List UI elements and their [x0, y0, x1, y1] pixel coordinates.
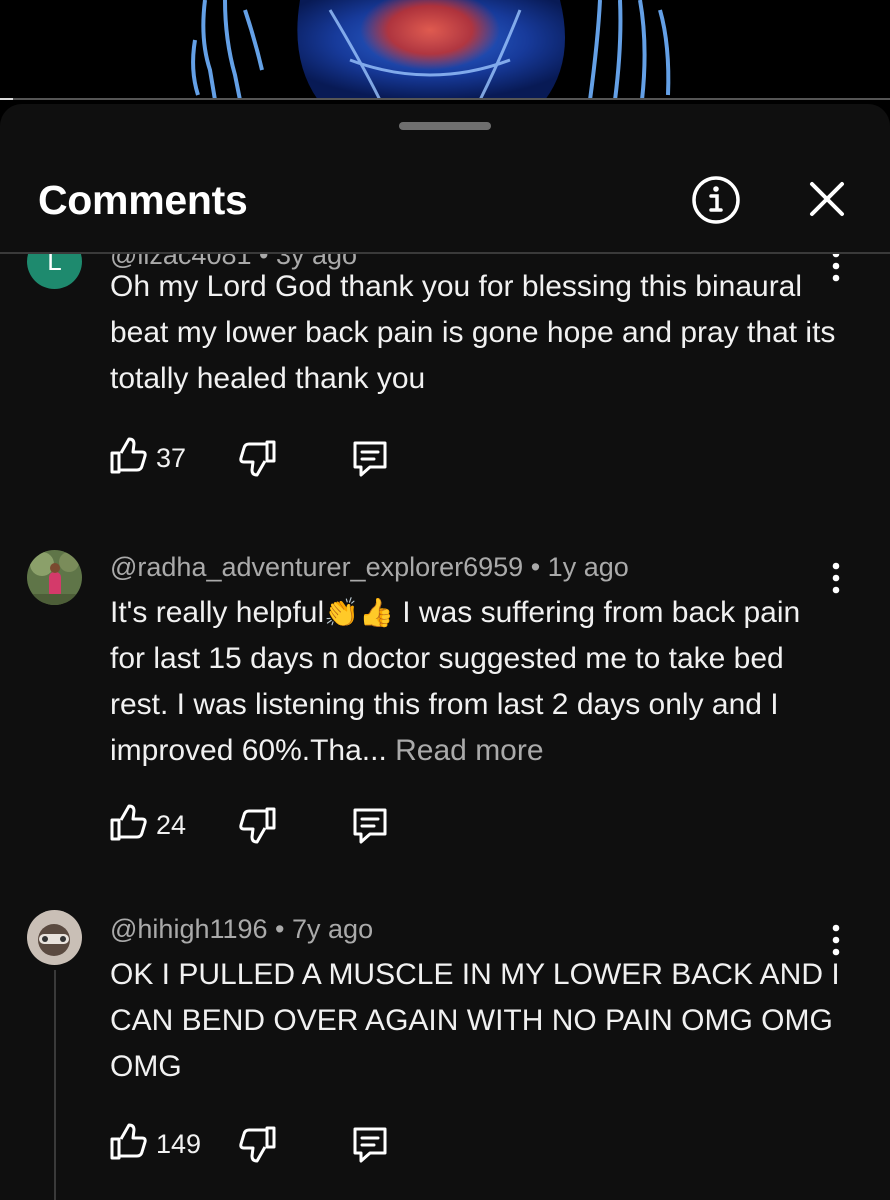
comments-list: L @lizac4081 • 3y ago Oh my Lord God tha… [0, 254, 890, 1200]
avatar[interactable] [27, 910, 82, 965]
close-icon[interactable] [804, 176, 850, 222]
like-icon[interactable] [108, 803, 148, 843]
comment-text: OK I PULLED A MUSCLE IN MY LOWER BACK AN… [110, 958, 840, 1083]
meta-separator: • [530, 552, 548, 582]
sheet-drag-handle[interactable] [399, 122, 491, 130]
dislike-icon[interactable] [238, 805, 278, 845]
video-player[interactable] [0, 0, 890, 100]
comment-actions: 149 [108, 1122, 408, 1166]
emoji-clap-thumbs: 👏👍 [324, 597, 394, 628]
comment-item: @hihigh1196 • 7y ago OK I PULLED A MUSCL… [0, 910, 890, 1200]
comment-item: @radha_adventurer_explorer6959 • 1y ago … [0, 550, 890, 910]
like-count: 24 [156, 810, 187, 840]
comment-item: L @lizac4081 • 3y ago Oh my Lord God tha… [0, 254, 890, 504]
dislike-icon[interactable] [238, 438, 278, 478]
like-icon[interactable] [108, 436, 148, 476]
video-progress-bar[interactable] [0, 98, 890, 100]
read-more-link[interactable]: Read more [395, 734, 543, 767]
comment-meta: @hihigh1196 • 7y ago [110, 914, 373, 945]
avatar[interactable] [27, 550, 82, 605]
comment-author[interactable]: @hihigh1196 [110, 914, 268, 944]
reply-icon[interactable] [350, 1124, 390, 1164]
comment-actions: 37 [108, 436, 408, 480]
avatar[interactable]: L [27, 254, 82, 289]
meta-separator: • [275, 914, 293, 944]
comment-text: Oh my Lord God thank you for blessing th… [110, 270, 836, 395]
info-icon[interactable] [690, 174, 742, 226]
comment-author[interactable]: @radha_adventurer_explorer6959 [110, 552, 523, 582]
comment-actions: 24 [108, 803, 408, 847]
reply-icon[interactable] [350, 805, 390, 845]
comment-text: It's really helpful👏👍 I was suffering fr… [110, 590, 840, 774]
video-frame-image [0, 0, 890, 100]
comments-sheet: Comments L @lizac4081 • 3y ago Oh my Lor… [0, 104, 890, 1200]
comment-meta: @radha_adventurer_explorer6959 • 1y ago [110, 552, 629, 583]
sheet-header: Comments [0, 160, 890, 252]
comment-text-part: It's really helpful [110, 596, 325, 629]
like-count: 149 [156, 1129, 202, 1159]
dislike-icon[interactable] [238, 1124, 278, 1164]
reply-icon[interactable] [350, 438, 390, 478]
comment-age: 7y ago [292, 914, 374, 944]
sheet-title: Comments [38, 177, 248, 223]
video-progress-played [0, 98, 14, 100]
reply-thread-line [54, 970, 56, 1200]
comment-age: 1y ago [547, 552, 629, 582]
like-count: 37 [156, 443, 187, 473]
like-icon[interactable] [108, 1122, 148, 1162]
